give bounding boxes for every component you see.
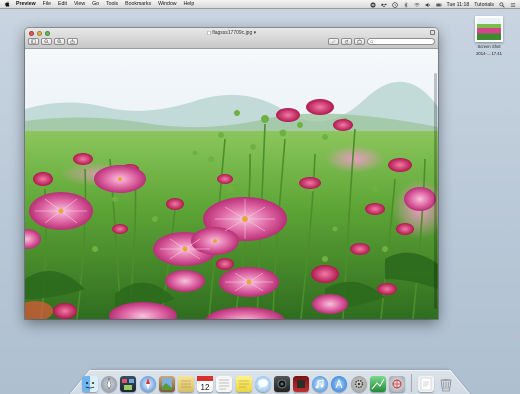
flower-photo xyxy=(25,49,438,319)
notes-icon[interactable] xyxy=(177,376,194,392)
itunes-icon[interactable] xyxy=(312,376,329,392)
desktop-icon-label-line1: Screen Shot xyxy=(477,44,501,49)
share-icon xyxy=(70,39,75,44)
file-thumbnail xyxy=(475,16,503,42)
stickies-icon[interactable] xyxy=(235,376,252,392)
menu-go[interactable]: Go xyxy=(92,0,99,9)
photo-booth-icon[interactable] xyxy=(293,376,310,392)
downloads-icon[interactable] xyxy=(418,376,435,392)
textedit-icon[interactable] xyxy=(216,376,233,392)
fullscreen-button[interactable] xyxy=(430,30,435,35)
dock-icons: 12 xyxy=(82,370,468,392)
preview-window: flagsss17709c.jpg ▾ xyxy=(25,28,438,319)
view-menu-button[interactable] xyxy=(28,38,39,45)
desktop-screenshot-file[interactable]: Screen Shot 2014-....17.41 xyxy=(472,16,506,56)
zoom-in-icon xyxy=(57,39,62,44)
window-titlebar[interactable]: flagsss17709c.jpg ▾ xyxy=(25,28,438,49)
zoom-out-icon xyxy=(44,39,49,44)
volume-icon[interactable] xyxy=(425,2,431,8)
clock[interactable]: Tue 11:18 xyxy=(447,2,470,8)
grapher-icon[interactable] xyxy=(369,376,386,392)
safari-icon[interactable] xyxy=(139,376,156,392)
system-preferences-icon[interactable] xyxy=(350,376,367,392)
messages-icon[interactable] xyxy=(254,376,271,392)
rotate-button[interactable] xyxy=(341,38,352,45)
share-button[interactable] xyxy=(67,38,78,45)
apple-icon[interactable] xyxy=(5,1,10,7)
rotate-icon xyxy=(344,39,349,44)
svg-text:12: 12 xyxy=(201,383,210,392)
stop-icon[interactable] xyxy=(369,1,376,8)
document-icon xyxy=(207,30,211,35)
time-machine-icon[interactable] xyxy=(391,1,398,8)
menu-tools[interactable]: Tools xyxy=(106,0,118,9)
menu-bar: Preview File Edit View Go Tools Bookmark… xyxy=(0,0,520,9)
dock-separator xyxy=(411,374,413,392)
preview-icon[interactable] xyxy=(158,376,175,392)
menu-window[interactable]: Window xyxy=(158,0,176,9)
zoom-out-button[interactable] xyxy=(41,38,52,45)
toolbox-icon xyxy=(357,39,362,44)
launchpad-icon[interactable] xyxy=(101,376,118,392)
menu-view[interactable]: View xyxy=(74,0,85,9)
mission-control-icon[interactable] xyxy=(120,376,137,392)
menu-preview[interactable]: Preview xyxy=(16,0,36,9)
pen-icon xyxy=(331,39,336,44)
sidebar-icon xyxy=(31,39,36,44)
utilities-icon[interactable] xyxy=(389,376,405,392)
dropbox-icon[interactable] xyxy=(380,2,387,8)
search-icon[interactable] xyxy=(499,2,505,8)
window-title: flagsss17709c.jpg ▾ xyxy=(25,30,438,36)
zoom-in-button[interactable] xyxy=(54,38,65,45)
vertical-scrollbar[interactable] xyxy=(434,73,437,309)
menu-help[interactable]: Help xyxy=(184,0,195,9)
menu-bookmarks[interactable]: Bookmarks xyxy=(125,0,151,9)
search-input[interactable] xyxy=(374,39,434,44)
app-store-icon[interactable] xyxy=(331,376,348,392)
facetime-icon[interactable] xyxy=(273,376,290,392)
wifi-icon[interactable] xyxy=(413,2,420,8)
desktop-icon-label-line2: 2014-....17.41 xyxy=(476,51,502,56)
image-canvas[interactable] xyxy=(25,49,438,319)
battery-icon[interactable] xyxy=(435,2,442,8)
list-icon[interactable] xyxy=(510,2,516,8)
bluetooth-icon[interactable] xyxy=(403,1,409,8)
edit-toolbar-button[interactable] xyxy=(354,38,365,45)
menu-file[interactable]: File xyxy=(43,0,51,9)
toolbar xyxy=(28,37,435,46)
search-field[interactable] xyxy=(367,38,435,45)
annotate-button[interactable] xyxy=(328,38,339,45)
trash-icon[interactable] xyxy=(438,376,454,392)
finder-icon[interactable] xyxy=(82,376,98,392)
calendar-icon[interactable]: 12 xyxy=(197,376,214,392)
user-name[interactable]: Tutorials xyxy=(474,2,494,8)
status-area: Tue 11:18 Tutorials xyxy=(369,0,517,9)
menu-edit[interactable]: Edit xyxy=(58,0,67,9)
window-title-text: flagsss17709c.jpg xyxy=(212,30,253,36)
